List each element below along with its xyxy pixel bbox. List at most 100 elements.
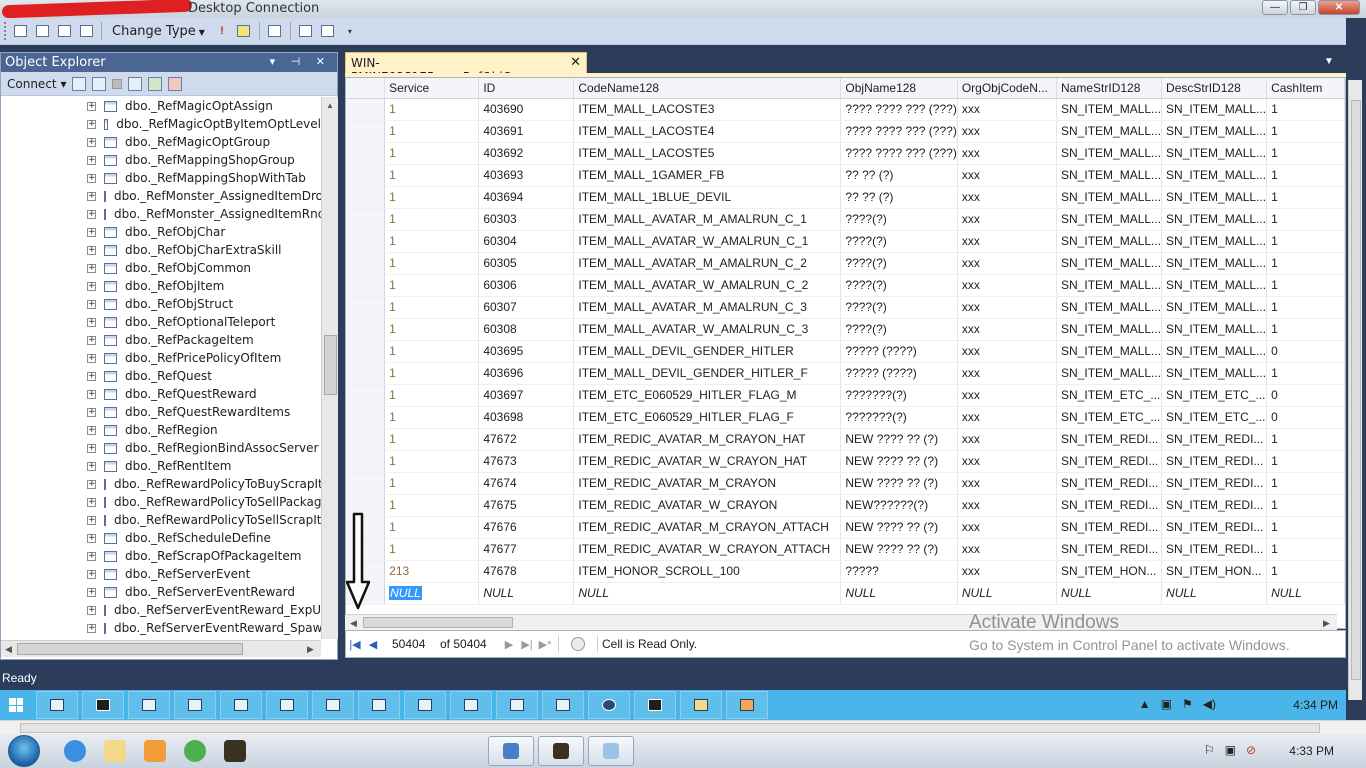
expand-plus-icon[interactable]: + — [87, 317, 96, 327]
grid-cell[interactable]: NULL — [573, 582, 842, 605]
grid-cell[interactable]: 1 — [1266, 516, 1345, 539]
scroll-right-arrow[interactable]: ▶ — [307, 641, 314, 658]
grid-cell[interactable]: ?? ?? (?) — [840, 164, 958, 187]
tree-item-table[interactable]: + dbo._RefRewardPolicyToSellPackageI — [1, 493, 321, 511]
folder-icon[interactable] — [104, 740, 126, 762]
grid-cell[interactable]: SN_ITEM_MALL... — [1056, 318, 1163, 341]
grid-cell[interactable]: 1 — [1266, 252, 1345, 275]
remote-clock[interactable]: 4:34 PM — [1293, 698, 1338, 712]
expand-plus-icon[interactable]: + — [87, 479, 96, 489]
taskbar-game-app[interactable] — [634, 691, 676, 719]
restore-button[interactable]: ❐ — [1290, 0, 1316, 15]
previous-record-icon[interactable]: ◀ — [364, 638, 382, 651]
tree-item-table[interactable]: + dbo._RefServerEventReward — [1, 583, 321, 601]
row-selector[interactable] — [346, 296, 386, 319]
table-row[interactable]: 1 403692 ITEM_MALL_LACOSTE5???? ???? ??? (… — [346, 142, 1345, 165]
action-center-icon[interactable]: ⚑ — [1182, 697, 1193, 711]
row-selector[interactable] — [346, 164, 386, 187]
grid-cell[interactable]: xxx — [957, 120, 1058, 143]
grid-cell[interactable]: SN_ITEM_MALL... — [1161, 362, 1268, 385]
grid-cell[interactable]: ????? (????) — [840, 362, 958, 385]
grid-cell[interactable]: 1 — [1266, 362, 1345, 385]
grid-cell[interactable]: SN_ITEM_REDI... — [1056, 494, 1163, 517]
tree-item-table[interactable]: + dbo._RefServerEvent — [1, 565, 321, 583]
grid-cell[interactable]: SN_ITEM_REDI... — [1161, 516, 1268, 539]
grid-cell[interactable]: ITEM_MALL_AVATAR_W_AMALRUN_C_3 — [573, 318, 842, 341]
grid-horizontal-scrollbar[interactable]: ◀ ▶ — [345, 614, 1337, 630]
toolbar-grip[interactable] — [4, 22, 7, 40]
tree-item-table[interactable]: + dbo._RefObjStruct — [1, 295, 321, 313]
grid-cell[interactable]: 1 — [1266, 274, 1345, 297]
expand-plus-icon[interactable]: + — [87, 389, 96, 399]
row-selector[interactable] — [346, 340, 386, 363]
scroll-thumb[interactable] — [324, 335, 337, 395]
table-row[interactable]: 1 403697 ITEM_ETC_E060529_HITLER_FLAG_M???… — [346, 384, 1345, 407]
grid-cell[interactable]: NULL — [384, 582, 480, 605]
tree-item-table[interactable]: + dbo._RefMagicOptByItemOptLevel — [1, 115, 321, 133]
grid-cell[interactable]: 1 — [384, 274, 480, 297]
table-row[interactable]: 1 403698 ITEM_ETC_E060529_HITLER_FLAG_F???… — [346, 406, 1345, 429]
grid-cell[interactable]: ITEM_MALL_AVATAR_W_AMALRUN_C_2 — [573, 274, 842, 297]
grid-cell[interactable]: xxx — [957, 516, 1058, 539]
grid-cell[interactable]: NULL — [1266, 582, 1345, 605]
grid-cell[interactable]: 1 — [384, 164, 480, 187]
table-row[interactable]: 1 47677 ITEM_REDIC_AVATAR_W_CRAYON_ATTACH N… — [346, 538, 1345, 561]
grid-cell[interactable]: ITEM_MALL_LACOSTE5 — [573, 142, 842, 165]
grid-cell[interactable]: 213 — [384, 560, 480, 583]
grid-cell[interactable]: 1 — [1266, 450, 1345, 473]
volume-muted-icon[interactable]: ⊘ — [1246, 743, 1256, 757]
grid-cell[interactable]: SN_ITEM_REDI... — [1161, 450, 1268, 473]
grid-cell[interactable]: SN_ITEM_REDI... — [1056, 472, 1163, 495]
grid-cell[interactable]: SN_ITEM_MALL... — [1161, 296, 1268, 319]
taskbar-window[interactable] — [312, 691, 354, 719]
grid-cell[interactable]: 403690 — [478, 98, 575, 121]
grid-cell[interactable]: SN_ITEM_MALL... — [1056, 120, 1163, 143]
grid-cell[interactable]: ITEM_REDIC_AVATAR_W_CRAYON — [573, 494, 842, 517]
expand-plus-icon[interactable]: + — [87, 281, 96, 291]
grid-cell[interactable]: SN_ITEM_REDI... — [1056, 538, 1163, 561]
grid-cell[interactable]: xxx — [957, 230, 1058, 253]
grid-cell[interactable]: 1 — [384, 450, 480, 473]
network-icon[interactable]: ▣ — [1225, 743, 1236, 757]
grid-cell[interactable]: SN_ITEM_REDI... — [1161, 428, 1268, 451]
grid-cell[interactable]: xxx — [957, 318, 1058, 341]
grid-cell[interactable]: ???? ???? ??? (???) — [840, 120, 958, 143]
table-row[interactable]: 1 47673 ITEM_REDIC_AVATAR_W_CRAYON_HAT NEW … — [346, 450, 1345, 473]
column-header[interactable]: ObjName128 — [840, 78, 958, 99]
sql-icon[interactable] — [55, 22, 73, 40]
grid-cell[interactable]: SN_ITEM_MALL... — [1056, 296, 1163, 319]
grid-cell[interactable]: 403693 — [478, 164, 575, 187]
tree-item-table[interactable]: + dbo._RefMappingShopGroup — [1, 151, 321, 169]
minimize-button[interactable]: — — [1262, 0, 1288, 15]
grid-cell[interactable]: 1 — [384, 142, 480, 165]
expand-plus-icon[interactable]: + — [87, 137, 96, 147]
grid-cell[interactable]: 60307 — [478, 296, 575, 319]
close-button[interactable]: ✕ — [1318, 0, 1360, 15]
taskbar-paint[interactable] — [588, 736, 634, 766]
table-row[interactable]: 1 47674 ITEM_REDIC_AVATAR_M_CRAYON NEW ????… — [346, 472, 1345, 495]
grid-cell[interactable]: 1 — [384, 362, 480, 385]
grid-cell[interactable]: 1 — [1266, 472, 1345, 495]
taskbar-remote-desktop[interactable] — [488, 736, 534, 766]
expand-plus-icon[interactable]: + — [87, 245, 96, 255]
start-orb-icon[interactable] — [8, 735, 40, 767]
grid-cell[interactable]: NULL — [1161, 582, 1268, 605]
taskbar-window[interactable] — [220, 691, 262, 719]
grid-cell[interactable]: ITEM_MALL_LACOSTE3 — [573, 98, 842, 121]
table-row[interactable]: NULL NULL NULL NULL NULL NULL NULL NULL — [346, 582, 1345, 605]
grid-cell[interactable]: NULL — [840, 582, 958, 605]
grid-cell[interactable]: 47678 — [478, 560, 575, 583]
grid-cell[interactable]: 1 — [384, 538, 480, 561]
expand-plus-icon[interactable]: + — [87, 263, 96, 273]
grid-cell[interactable]: xxx — [957, 274, 1058, 297]
grid-cell[interactable]: ???????(?) — [840, 384, 958, 407]
grid-cell[interactable]: 47677 — [478, 538, 575, 561]
tree-item-table[interactable]: + dbo._RefRewardPolicyToSellScrapItem — [1, 511, 321, 529]
table-row[interactable]: 1 60307 ITEM_MALL_AVATAR_M_AMALRUN_C_3????… — [346, 296, 1345, 319]
grid-cell[interactable]: xxx — [957, 362, 1058, 385]
tree-item-table[interactable]: + dbo._RefServerEventReward_ExpUPFo — [1, 601, 321, 619]
grid-cell[interactable]: 403698 — [478, 406, 575, 429]
grid-cell[interactable]: 0 — [1266, 406, 1345, 429]
taskbar-cmd[interactable] — [82, 691, 124, 719]
grid-cell[interactable]: 403694 — [478, 186, 575, 209]
